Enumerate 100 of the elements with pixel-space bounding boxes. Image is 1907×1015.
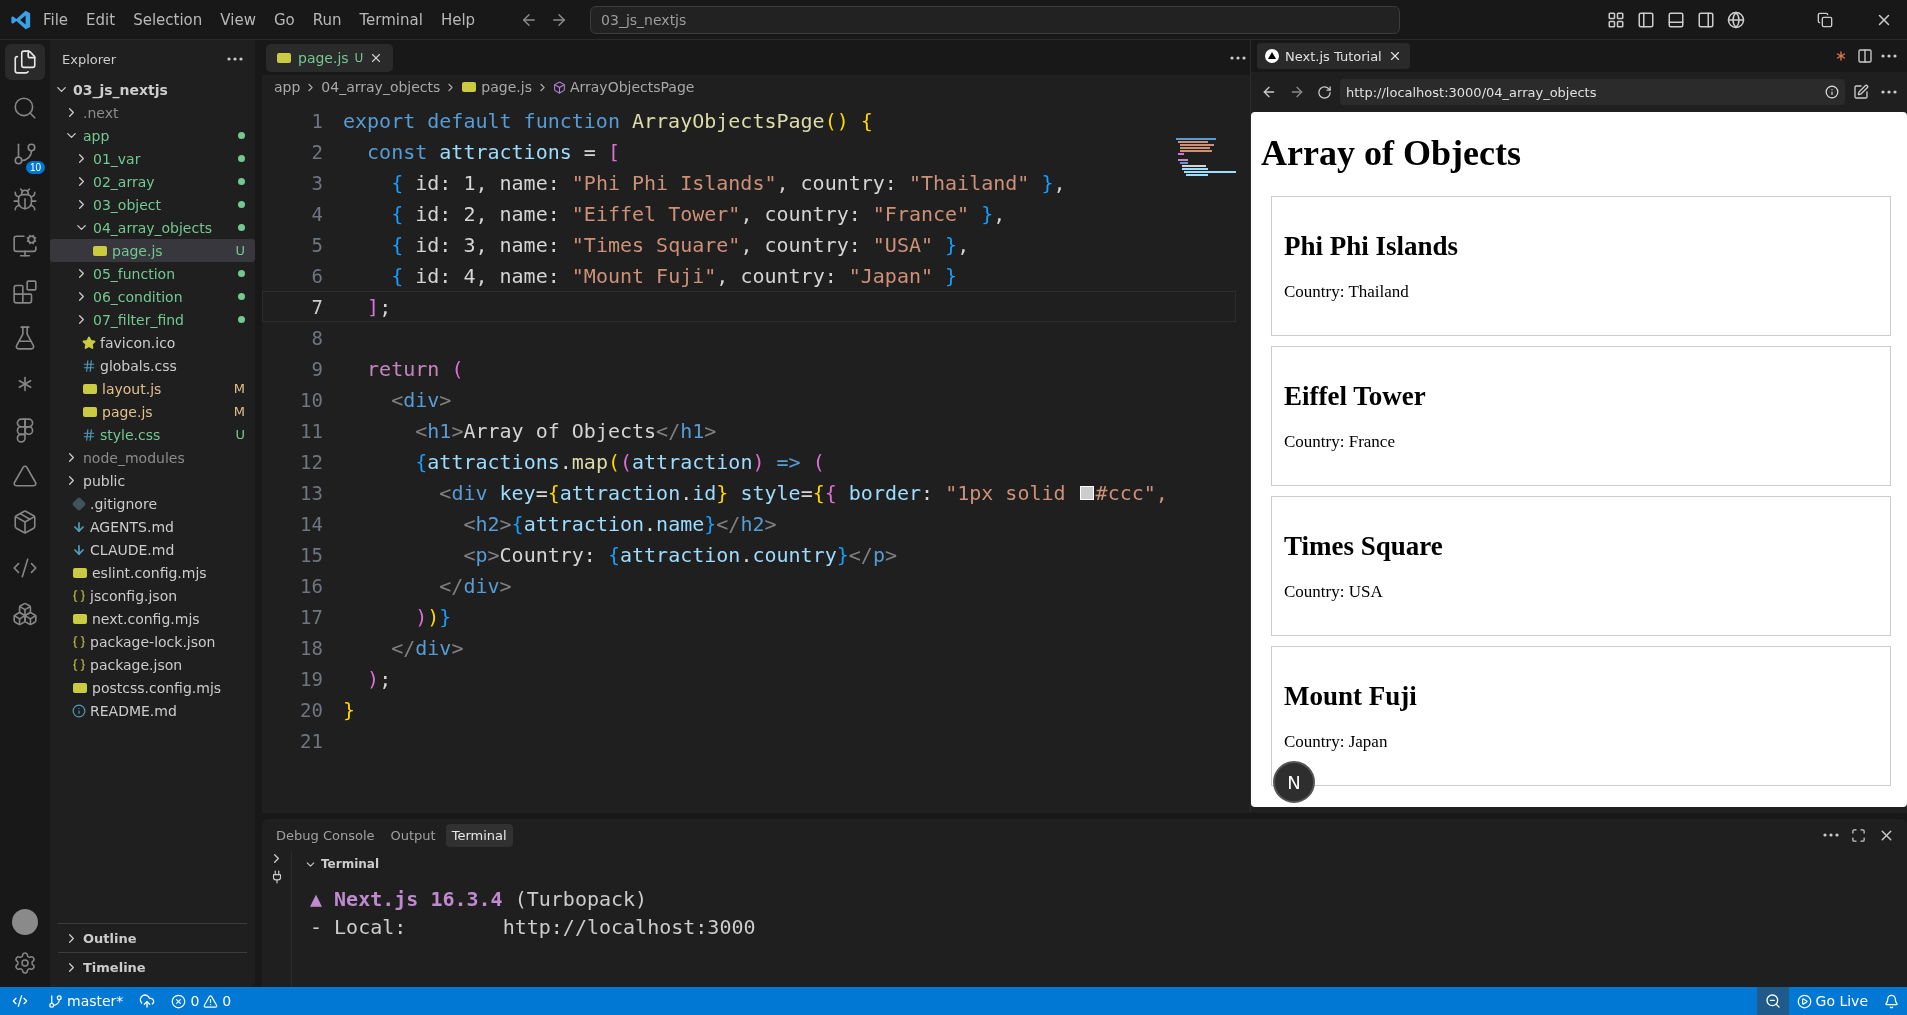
tree-item[interactable]: node_modules [50,446,255,469]
item-label: eslint.config.mjs [92,564,208,581]
tree-item[interactable]: CLAUDE.md [50,538,255,561]
item-label: page.js [102,403,154,420]
menu-item[interactable]: Selection [126,6,210,33]
address-field[interactable]: http://localhost:3000/04_array_objects [1340,79,1845,105]
item-label: package.json [90,656,184,673]
avatar[interactable] [12,909,38,935]
js-file-icon [277,52,291,63]
breadcrumb[interactable]: ArrayObjectsPage [569,79,695,95]
branch-icon [48,993,63,1009]
pen-icon [1853,84,1869,100]
panel-tab[interactable]: Terminal [445,823,513,847]
problems-button[interactable]: 0 0 [163,987,240,1015]
menu-item[interactable]: Run [305,6,349,33]
bell-icon [1884,993,1899,1009]
star-icon [82,335,96,350]
git-status: M [233,381,245,396]
terminal-header[interactable]: Terminal [304,851,1907,877]
tree-item[interactable]: eslint.config.mjs [50,561,255,584]
tree-item[interactable]: public [50,469,255,492]
tree-item[interactable]: .next [50,101,255,124]
code-line: <div key={attraction.id} style={{ border: "1px solid #ccc", [438,479,1168,507]
tree-item[interactable]: page.js U [50,239,255,262]
zoom-out-icon [1764,993,1781,1009]
layout-icon [1607,10,1625,29]
error-icon [171,993,187,1009]
triangle-icon [12,463,38,489]
source-control-button[interactable]: 10 [5,136,45,172]
menu-item[interactable]: Go [266,6,302,33]
tree-item[interactable]: postcss.config.mjs [50,676,255,699]
tree-item[interactable]: layout.js M [50,377,255,400]
tree-item[interactable]: jsconfig.json [50,584,255,607]
restore-icon [1817,11,1833,28]
code-icon [12,993,28,1009]
hash-icon [82,358,96,373]
item-label: postcss.config.mjs [92,679,223,696]
tree-item[interactable]: README.md [50,699,255,722]
line-number: 10 [299,388,324,411]
card-text: Country: USA [1284,582,1384,602]
dev-tools-badge[interactable]: N [1273,761,1315,803]
item-label: package-lock.json [90,633,217,650]
box-icon [12,509,38,535]
command-center[interactable]: 03_js_nextjs [590,5,1401,34]
card-text: Country: France [1284,432,1396,452]
more-icon [1823,833,1839,837]
code-line: ]; [366,293,392,321]
tree-item[interactable]: app [50,124,255,147]
breadcrumb[interactable]: page.js [481,79,532,95]
tree-item[interactable]: package-lock.json [50,630,255,653]
browser-tab[interactable]: Next.js Tutorial [1257,43,1410,69]
line-number: 6 [310,264,324,287]
tree-item[interactable]: 07_filter_find [50,308,255,331]
line-number: 14 [299,512,324,535]
branch-button[interactable]: master* [40,987,132,1015]
panel-tab[interactable]: Output [384,823,442,847]
code-line: { id: 4, name: "Mount Fuji", country: "Japan" } [390,262,958,290]
line-number: 8 [310,326,324,349]
files-icon [12,49,38,75]
menu-item[interactable]: File [36,6,76,33]
breadcrumb[interactable]: app [274,79,301,95]
tree-item[interactable]: globals.css [50,354,255,377]
code-line: ); [366,665,392,693]
tree-item[interactable]: 04_array_objects [50,216,255,239]
git-status: U [235,243,245,258]
line-number: 19 [299,667,324,690]
tree-item[interactable]: 03_object [50,193,255,216]
triangle-logo-icon [1265,49,1279,63]
tree-item[interactable]: 05_function [50,262,255,285]
tree-item[interactable]: 01_var [50,147,255,170]
tree-item[interactable]: AGENTS.md [50,515,255,538]
go-live-button[interactable]: Go Live [1788,987,1876,1015]
breadcrumb[interactable]: 04_array_objects [321,79,441,95]
tree-item[interactable]: 06_condition [50,285,255,308]
explorer-button[interactable] [5,44,45,80]
line-number: 9 [310,357,324,380]
tree-item[interactable]: next.config.mjs [50,607,255,630]
editor-tab[interactable]: page.js U [266,43,394,72]
tree-item[interactable]: style.css U [50,423,255,446]
zoom-button[interactable] [1756,987,1789,1015]
tree-item[interactable]: package.json [50,653,255,676]
tree-item[interactable]: 03_js_nextjs [50,78,255,101]
panel-tab[interactable]: Debug Console [270,823,381,847]
reload-icon [1317,84,1332,100]
item-label: public [83,472,127,489]
menu-item[interactable]: Terminal [352,6,430,33]
tree-item[interactable]: favicon.ico [50,331,255,354]
code-line: <div> [390,386,452,414]
menu-item[interactable]: Edit [79,6,123,33]
menu-item[interactable]: View [213,6,263,33]
tree-item[interactable]: page.js M [50,400,255,423]
js-file-icon [83,406,97,417]
tree-item[interactable]: 02_array [50,170,255,193]
line-number: 1 [310,109,324,132]
item-label: app [83,127,111,144]
tree-item[interactable]: .gitignore [50,492,255,515]
section-header[interactable]: Outline [58,923,247,952]
line-number: 17 [299,605,324,628]
menu-item[interactable]: Help [433,6,483,33]
section-header[interactable]: Timeline [58,952,247,981]
